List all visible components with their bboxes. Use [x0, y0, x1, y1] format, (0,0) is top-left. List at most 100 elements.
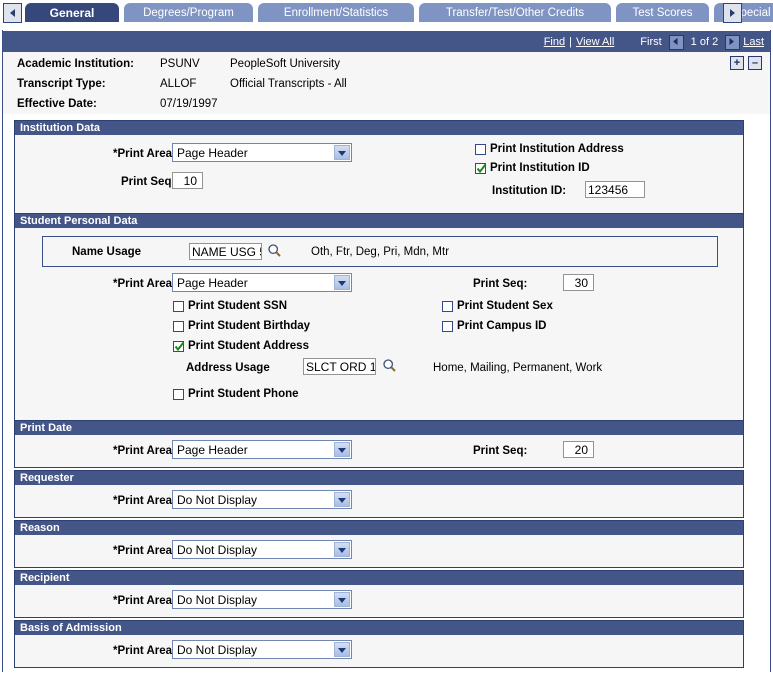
effective-date-label: Effective Date: [17, 98, 97, 110]
reason-print-area-select[interactable]: Do Not Display [172, 540, 352, 559]
print-date-print-seq-input[interactable]: 20 [563, 441, 594, 458]
name-usage-label: Name Usage [72, 246, 142, 258]
navigation-controls: Find | View All First 1 of 2 Last [544, 34, 764, 50]
chevron-down-icon[interactable] [334, 642, 350, 657]
checkbox-box[interactable] [173, 320, 184, 332]
print-date-print-area-select[interactable]: Page Header [172, 440, 352, 459]
tab-scroll-left-button[interactable] [3, 3, 22, 23]
checkbox-print-student-ssn[interactable]: Print Student SSN [173, 300, 287, 312]
add-row-button[interactable]: + [730, 56, 744, 70]
section-print-date: Print Date *Print Area: Page Header Prin… [14, 420, 744, 468]
tab-bar-underline [0, 24, 773, 27]
delete-row-button[interactable]: – [748, 56, 762, 70]
row-action-buttons: + – [730, 56, 762, 70]
peoplesoft-transcript-type-page: General Degrees/Program Enrollment/Stati… [0, 0, 773, 674]
name-usage-lookup-button[interactable] [267, 243, 282, 258]
section-body: *Print Area: Page Header Print Seq: 20 [14, 435, 744, 468]
left-arrow-icon [672, 38, 678, 45]
student-print-area-select[interactable]: Page Header [172, 273, 352, 292]
select-value: Do Not Display [177, 592, 258, 607]
section-header: Print Date [14, 420, 744, 435]
institution-print-area-select[interactable]: Page Header [172, 143, 352, 162]
tab-transfer-test-other-credits[interactable]: Transfer/Test/Other Credits [418, 2, 612, 23]
last-link[interactable]: Last [743, 36, 764, 48]
address-usage-description: Home, Mailing, Permanent, Work [433, 362, 603, 374]
section-institution-data: Institution Data *Print Area: Page Heade… [14, 120, 744, 214]
checkbox-print-student-phone[interactable]: Print Student Phone [173, 388, 299, 400]
checkbox-print-student-address[interactable]: Print Student Address [173, 340, 309, 352]
transcript-type-label: Transcript Type: [17, 78, 106, 90]
tab-special-gpa[interactable]: Special GPA [713, 2, 773, 23]
transcript-type-code: ALLOF [160, 78, 197, 90]
checkbox-print-institution-address[interactable]: Print Institution Address [475, 143, 624, 155]
tab-scroll-right-button[interactable] [723, 3, 742, 23]
checkbox-box[interactable] [475, 143, 486, 155]
section-header: Basis of Admission [14, 620, 744, 635]
recipient-print-area-select[interactable]: Do Not Display [172, 590, 352, 609]
section-body: *Print Area: Do Not Display [14, 535, 744, 568]
input-value: 10 [183, 173, 197, 188]
tab-label: Enrollment/Statistics [283, 6, 389, 19]
academic-institution-code: PSUNV [160, 58, 200, 70]
find-link[interactable]: Find [544, 36, 565, 48]
section-student-personal-data: Student Personal Data Name Usage NAME US… [14, 213, 744, 423]
transcript-type-description: Official Transcripts - All [230, 78, 347, 90]
name-usage-input[interactable]: NAME USG 5 [189, 243, 262, 260]
institution-print-area-label: *Print Area: [113, 148, 176, 160]
requester-print-area-select[interactable]: Do Not Display [172, 490, 352, 509]
next-row-button[interactable] [725, 35, 741, 50]
checkbox-print-student-sex[interactable]: Print Student Sex [442, 300, 553, 312]
input-value: 30 [574, 275, 588, 290]
checkbox-box[interactable] [475, 162, 487, 174]
section-requester: Requester *Print Area: Do Not Display [14, 470, 744, 518]
basis-of-admission-print-area-select[interactable]: Do Not Display [172, 640, 352, 659]
section-body: *Print Area: Do Not Display [14, 635, 744, 668]
checkmark-icon [476, 163, 487, 173]
chevron-down-icon[interactable] [334, 442, 350, 457]
tab-label: General [49, 5, 95, 20]
chevron-down-icon[interactable] [334, 542, 350, 557]
checkbox-box[interactable] [173, 340, 185, 352]
basis-of-admission-print-area-label: *Print Area: [113, 645, 176, 657]
address-usage-input[interactable]: SLCT ORD 1 [303, 358, 376, 375]
section-basis-of-admission: Basis of Admission *Print Area: Do Not D… [14, 620, 744, 668]
academic-institution-description: PeopleSoft University [230, 58, 340, 70]
tab-test-scores[interactable]: Test Scores [615, 2, 710, 23]
chevron-down-icon[interactable] [334, 145, 350, 160]
chevron-down-icon[interactable] [334, 275, 350, 290]
institution-print-seq-input[interactable]: 10 [172, 172, 203, 189]
checkbox-label: Print Institution ID [490, 162, 590, 174]
checkbox-box[interactable] [442, 300, 453, 312]
reason-print-area-label: *Print Area: [113, 545, 176, 557]
section-header: Recipient [14, 570, 744, 585]
effective-date-value: 07/19/1997 [160, 98, 218, 110]
chevron-down-icon[interactable] [334, 492, 350, 507]
right-arrow-icon [729, 38, 735, 45]
institution-id-label: Institution ID: [492, 185, 567, 197]
previous-row-button[interactable] [668, 35, 684, 50]
student-print-seq-input[interactable]: 30 [563, 274, 594, 291]
chevron-down-icon[interactable] [334, 592, 350, 607]
checkbox-print-student-birthday[interactable]: Print Student Birthday [173, 320, 310, 332]
select-value: Page Header [177, 145, 248, 160]
left-arrow-icon [10, 9, 15, 17]
section-body: Name Usage NAME USG 5 Oth, Ftr, Deg, Pri… [14, 228, 744, 423]
checkbox-label: Print Institution Address [490, 143, 624, 155]
magnifier-icon [383, 359, 396, 372]
tab-label: Test Scores [632, 6, 693, 19]
checkbox-box[interactable] [173, 300, 184, 312]
first-label: First [640, 35, 662, 48]
tab-degrees-program[interactable]: Degrees/Program [123, 2, 254, 23]
checkbox-box[interactable] [173, 388, 184, 400]
address-usage-lookup-button[interactable] [382, 358, 397, 373]
checkbox-print-institution-id[interactable]: Print Institution ID [475, 162, 590, 174]
print-date-print-seq-label: Print Seq: [473, 445, 528, 457]
checkbox-box[interactable] [442, 320, 453, 332]
tab-enrollment-statistics[interactable]: Enrollment/Statistics [257, 2, 415, 23]
view-all-link[interactable]: View All [576, 36, 614, 48]
nav-separator: | [569, 35, 572, 48]
checkbox-print-campus-id[interactable]: Print Campus ID [442, 320, 546, 332]
tab-general[interactable]: General [24, 2, 120, 23]
checkbox-label: Print Student Address [188, 340, 309, 352]
institution-id-input[interactable]: 123456 [585, 181, 645, 198]
